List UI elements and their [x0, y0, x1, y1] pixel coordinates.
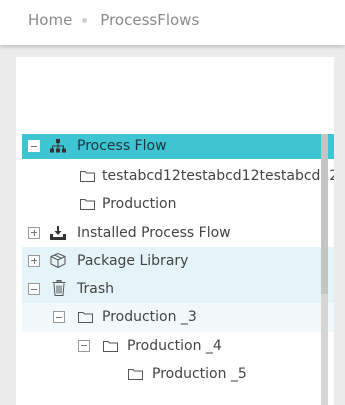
tree-item-label: Production _4 — [127, 337, 222, 354]
top-bar: Home ProcessFlows — [0, 0, 345, 45]
tree-item-package-library[interactable]: Package Library — [22, 246, 334, 276]
folder-icon — [79, 197, 95, 211]
collapse-toggle[interactable] — [78, 339, 90, 352]
folder-icon — [77, 310, 93, 324]
tree-item-label: Production — [102, 196, 177, 213]
collapse-toggle[interactable] — [28, 283, 40, 296]
vertical-scrollbar[interactable] — [321, 134, 328, 405]
folder-icon — [127, 367, 143, 381]
tree-item-production[interactable]: Production — [22, 190, 334, 218]
breadcrumb: Home ProcessFlows — [28, 11, 199, 29]
tree-item-label: Trash — [77, 281, 114, 298]
collapse-toggle[interactable] — [53, 311, 65, 324]
tree-item-trash[interactable]: Trash — [22, 275, 334, 304]
tree-item-production-4[interactable]: Production _4 — [22, 332, 334, 360]
tree-item-label: testabcd12testabcd12testabcd12 — [102, 168, 334, 184]
process-flow-tree: Process Flow testabcd12testabcd12testabc… — [22, 134, 334, 388]
tree-item-label: Process Flow — [77, 138, 167, 154]
tree-item-installed-process-flow[interactable]: Installed Process Flow — [22, 219, 334, 247]
hierarchy-icon — [50, 139, 66, 153]
folder-icon — [102, 339, 118, 353]
tree-item-label: Package Library — [77, 252, 189, 269]
folder-icon — [79, 169, 95, 183]
trash-icon — [51, 280, 67, 297]
tree-item-label: Installed Process Flow — [77, 224, 231, 241]
breadcrumb-separator — [82, 17, 88, 23]
tree-item-production-3[interactable]: Production _3 — [22, 303, 334, 332]
tree-item-testabcd[interactable]: testabcd12testabcd12testabcd12 — [22, 162, 334, 190]
breadcrumb-home[interactable]: Home — [28, 11, 72, 29]
tree-panel: Process Flow testabcd12testabcd12testabc… — [16, 57, 334, 405]
download-tray-icon — [50, 225, 66, 240]
breadcrumb-current: ProcessFlows — [100, 11, 200, 29]
tree-item-label: Production _5 — [152, 366, 247, 383]
package-box-icon — [50, 253, 66, 269]
expand-toggle[interactable] — [28, 254, 40, 267]
collapse-toggle[interactable] — [28, 140, 40, 152]
scrollbar-thumb[interactable] — [321, 134, 328, 294]
expand-toggle[interactable] — [28, 226, 40, 239]
tree-item-process-flow[interactable]: Process Flow — [22, 134, 334, 159]
tree-item-label: Production _3 — [102, 309, 197, 326]
tree-item-production-5[interactable]: Production _5 — [22, 360, 334, 388]
